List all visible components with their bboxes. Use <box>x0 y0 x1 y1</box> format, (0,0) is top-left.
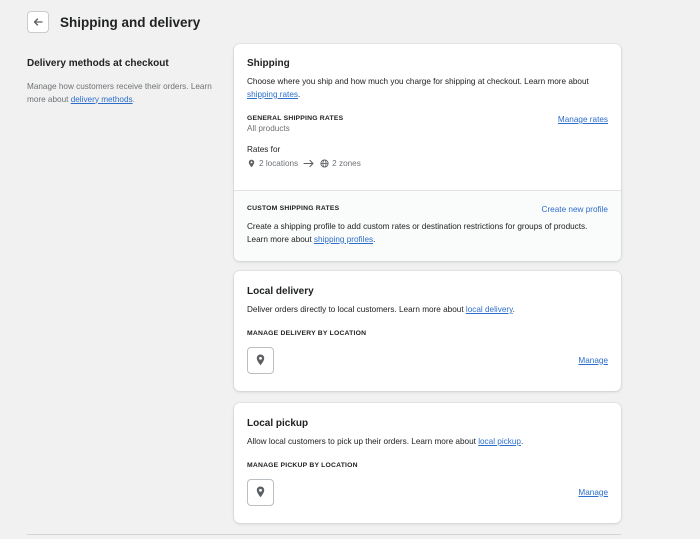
location-pin-icon <box>256 486 265 498</box>
local-pickup-link[interactable]: local pickup <box>478 437 521 446</box>
local-pickup-desc-text: Allow local customers to pick up their o… <box>247 437 479 446</box>
zones-count: 2 zones <box>332 159 361 168</box>
manage-pickup-link[interactable]: Manage <box>578 488 608 497</box>
general-rates-subtext: All products <box>247 124 290 133</box>
shipping-settings-page: Shipping and delivery Delivery methods a… <box>0 0 700 539</box>
arrow-right-icon <box>303 159 314 168</box>
custom-rates-section: CUSTOM SHIPPING RATES Create new profile… <box>234 190 621 261</box>
shipping-desc-suffix: . <box>297 89 301 99</box>
pickup-location-row: Manage <box>247 478 608 506</box>
location-pin-icon <box>256 354 265 366</box>
shipping-rates-link[interactable]: shipping rates <box>247 90 298 99</box>
delivery-location-thumbnail <box>247 346 274 374</box>
shipping-desc-text: Choose where you ship and how much you c… <box>247 77 589 86</box>
delivery-location-row: Manage <box>247 346 608 374</box>
local-delivery-title: Local delivery <box>247 286 314 297</box>
local-delivery-link[interactable]: local delivery <box>466 305 513 314</box>
custom-rates-description: Create a shipping profile to add custom … <box>247 221 608 246</box>
section-description: Manage how customers receive their order… <box>27 81 217 106</box>
page-bottom-divider <box>27 534 621 535</box>
custom-rates-heading: CUSTOM SHIPPING RATES <box>247 205 340 212</box>
local-pickup-description: Allow local customers to pick up their o… <box>247 436 608 449</box>
rates-locations-row: 2 locations 2 zones <box>247 159 608 168</box>
section-info: Delivery methods at checkout Manage how … <box>27 58 217 106</box>
local-delivery-card: Local delivery Deliver orders directly t… <box>234 271 621 391</box>
custom-desc-suffix: . <box>373 234 376 244</box>
manage-rates-link[interactable]: Manage rates <box>558 115 608 124</box>
manage-pickup-heading: MANAGE PICKUP BY LOCATION <box>247 461 358 469</box>
locations-count: 2 locations <box>259 159 299 168</box>
back-button[interactable] <box>27 11 49 33</box>
manage-delivery-link[interactable]: Manage <box>578 356 608 365</box>
local-pickup-desc-suffix: . <box>520 437 524 446</box>
general-rates-heading: GENERAL SHIPPING RATES <box>247 115 344 122</box>
shipping-card-title: Shipping <box>247 58 290 69</box>
section-desc-suffix: . <box>132 94 135 104</box>
shipping-card-description: Choose where you ship and how much you c… <box>247 76 608 101</box>
local-pickup-card: Local pickup Allow local customers to pi… <box>234 403 621 523</box>
pickup-location-thumbnail <box>247 478 274 506</box>
create-new-profile-link[interactable]: Create new profile <box>542 205 608 214</box>
page-title: Shipping and delivery <box>60 14 201 30</box>
location-pin-icon <box>248 159 255 168</box>
globe-icon <box>320 159 329 168</box>
local-pickup-title: Local pickup <box>247 418 309 429</box>
section-title: Delivery methods at checkout <box>27 58 169 69</box>
general-rates-row: GENERAL SHIPPING RATES All products Mana… <box>247 115 608 133</box>
arrow-left-icon <box>33 18 43 26</box>
shipping-profiles-link[interactable]: shipping profiles <box>314 235 373 244</box>
custom-rates-row: CUSTOM SHIPPING RATES Create new profile <box>247 205 608 214</box>
manage-delivery-heading: MANAGE DELIVERY BY LOCATION <box>247 329 367 337</box>
local-delivery-description: Deliver orders directly to local custome… <box>247 304 608 317</box>
local-delivery-desc-suffix: . <box>512 305 515 314</box>
delivery-methods-link[interactable]: delivery methods <box>71 95 133 104</box>
shipping-card: Shipping Choose where you ship and how m… <box>234 44 621 261</box>
page-header: Shipping and delivery <box>27 10 200 34</box>
local-delivery-desc-text: Deliver orders directly to local custome… <box>247 305 466 314</box>
rates-for-label: Rates for <box>247 145 281 154</box>
custom-desc-text: Create a shipping profile to add custom … <box>247 222 588 244</box>
